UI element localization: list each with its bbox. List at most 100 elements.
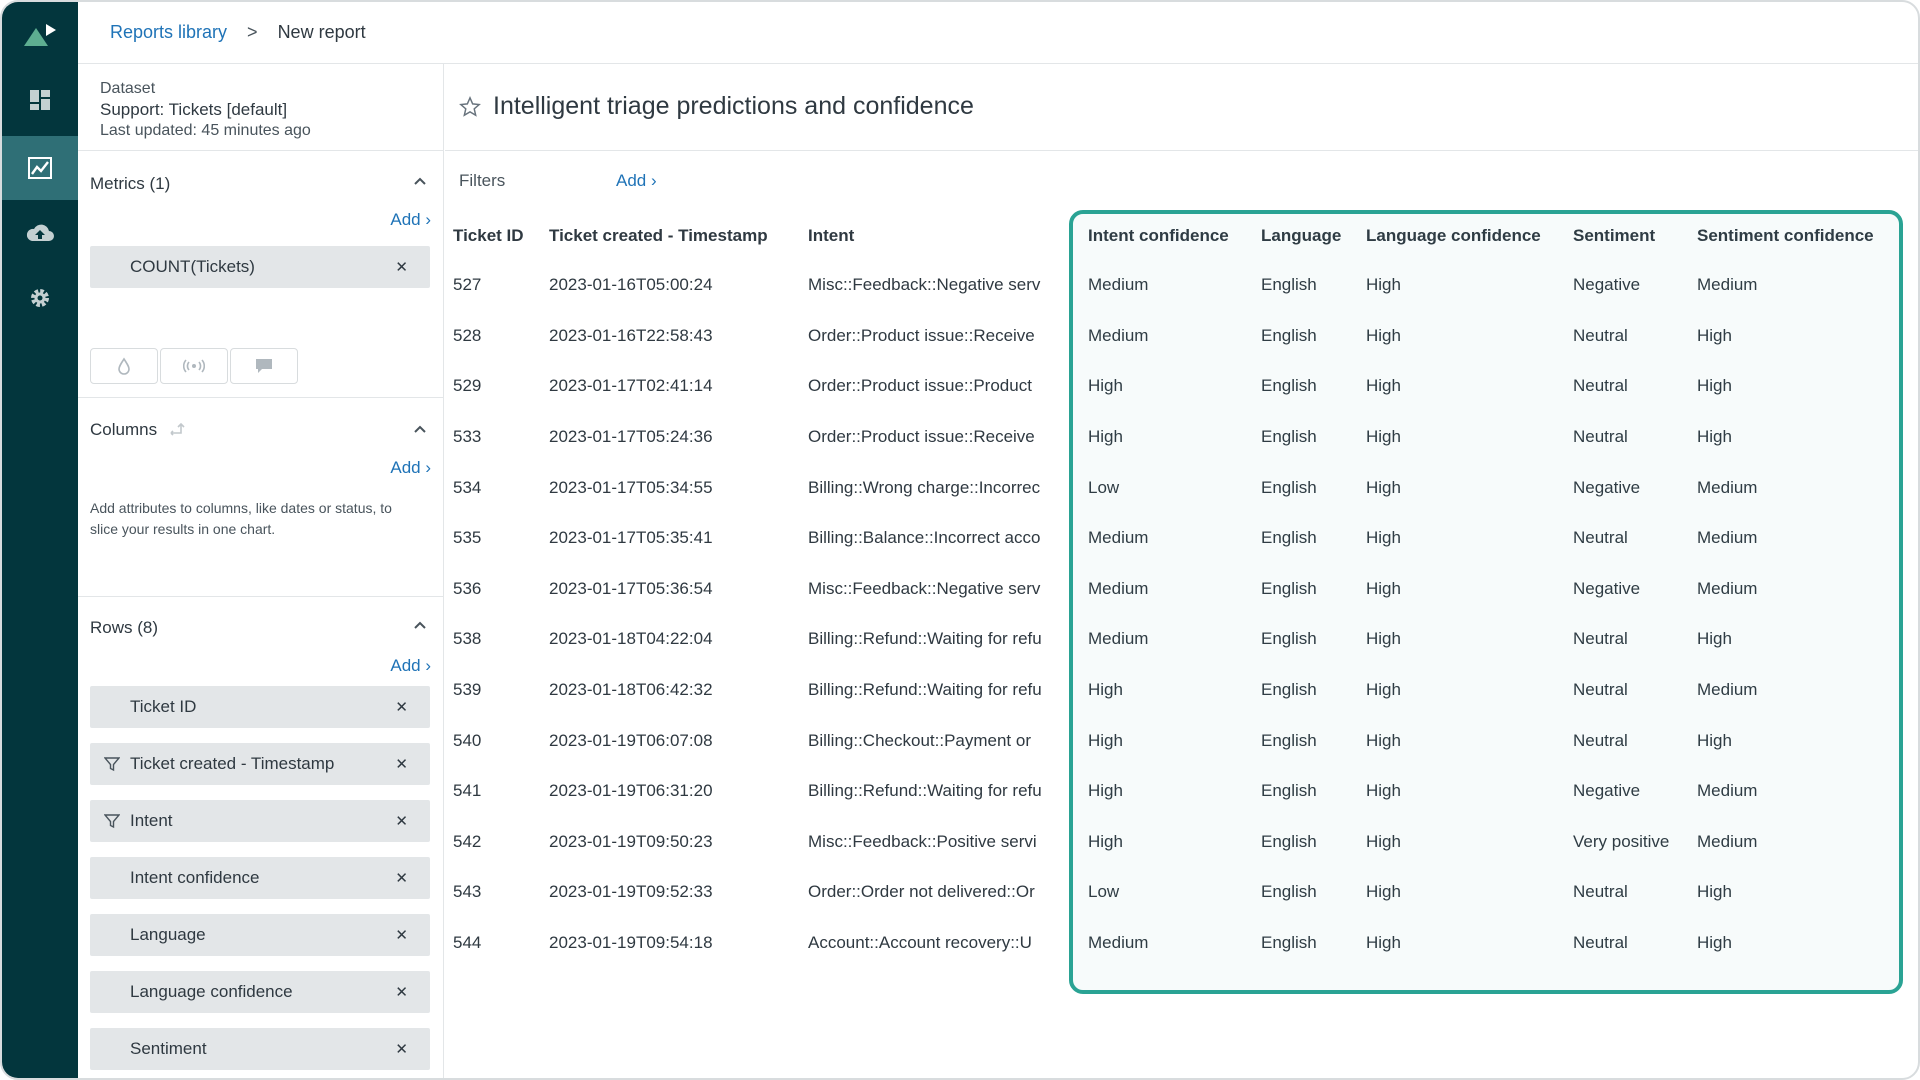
add-column-link[interactable]: Add ›: [390, 458, 431, 478]
add-metric-link[interactable]: Add ›: [390, 210, 431, 230]
collapse-rows-chevron-icon[interactable]: [413, 620, 427, 630]
table-row[interactable]: 536 2023-01-17T05:36:54 Misc::Feedback::Ne…: [445, 564, 1895, 615]
row-pill-language[interactable]: Language ✕: [90, 914, 430, 956]
metrics-title: Metrics (1): [90, 174, 171, 193]
remove-icon[interactable]: ✕: [395, 869, 408, 887]
comment-icon: [256, 359, 272, 373]
table-cell: Medium: [1697, 528, 1758, 548]
signal-icon: [183, 359, 205, 373]
table-row[interactable]: 528 2023-01-16T22:58:43 Order::Product iss…: [445, 311, 1895, 362]
remove-icon[interactable]: ✕: [395, 258, 408, 276]
metric-comment-button[interactable]: [230, 348, 298, 384]
table-cell: 2023-01-17T05:24:36: [549, 427, 713, 447]
collapse-columns-chevron-icon[interactable]: [413, 424, 427, 434]
table-row[interactable]: 535 2023-01-17T05:35:41 Billing::Balance::…: [445, 513, 1895, 564]
metric-color-button[interactable]: [90, 348, 158, 384]
table-cell: High: [1366, 376, 1401, 396]
report-title-row: Intelligent triage predictions and confi…: [459, 92, 974, 121]
swap-icon[interactable]: [168, 421, 186, 437]
table-cell: 2023-01-17T02:41:14: [549, 376, 713, 396]
row-pill-intent-confidence[interactable]: Intent confidence ✕: [90, 857, 430, 899]
table-cell: Neutral: [1573, 882, 1628, 902]
column-header[interactable]: Language confidence: [1358, 212, 1565, 260]
table-cell: 529: [453, 376, 482, 396]
table-row[interactable]: 540 2023-01-19T06:07:08 Billing::Checkout:…: [445, 715, 1895, 766]
column-header[interactable]: Intent: [800, 212, 1080, 260]
table-row[interactable]: 543 2023-01-19T09:52:33 Order::Order not d…: [445, 867, 1895, 918]
table-cell: High: [1366, 882, 1401, 902]
table-cell: Neutral: [1573, 680, 1628, 700]
metric-pill[interactable]: COUNT(Tickets) ✕: [90, 246, 430, 288]
add-row-link[interactable]: Add ›: [390, 656, 431, 676]
star-icon[interactable]: [459, 95, 481, 118]
table-row[interactable]: 538 2023-01-18T04:22:04 Billing::Refund::W…: [445, 614, 1895, 665]
table-row[interactable]: 539 2023-01-18T06:42:32 Billing::Refund::W…: [445, 665, 1895, 716]
metric-signal-button[interactable]: [160, 348, 228, 384]
table-cell: High: [1088, 831, 1123, 851]
row-pill-language-confidence[interactable]: Language confidence ✕: [90, 971, 430, 1013]
table-cell: High: [1697, 933, 1732, 953]
dataset-name[interactable]: Support: Tickets [default]: [100, 99, 311, 120]
column-header[interactable]: Ticket created - Timestamp: [541, 212, 800, 260]
column-header[interactable]: Sentiment: [1565, 212, 1689, 260]
breadcrumb: Reports library > New report: [78, 2, 1918, 64]
table-cell: 533: [453, 427, 482, 447]
remove-icon[interactable]: ✕: [395, 983, 408, 1001]
table-cell: Medium: [1088, 933, 1149, 953]
table-row[interactable]: 529 2023-01-17T02:41:14 Order::Product iss…: [445, 361, 1895, 412]
dataset-updated: Last updated: 45 minutes ago: [100, 122, 311, 139]
table-row[interactable]: 542 2023-01-19T09:50:23 Misc::Feedback::Po…: [445, 817, 1895, 868]
row-pill-sentiment[interactable]: Sentiment ✕: [90, 1028, 430, 1070]
table-cell: High: [1088, 730, 1123, 750]
nav-dashboards[interactable]: [2, 68, 78, 132]
row-pill-intent[interactable]: Intent ✕: [90, 800, 430, 842]
filter-funnel-icon: [104, 814, 120, 829]
column-header[interactable]: Language: [1253, 212, 1358, 260]
table-cell: 539: [453, 680, 482, 700]
table-row[interactable]: 534 2023-01-17T05:34:55 Billing::Wrong cha…: [445, 462, 1895, 513]
collapse-metrics-chevron-icon[interactable]: [413, 176, 427, 186]
table-cell: Medium: [1697, 680, 1758, 700]
table-cell: 2023-01-19T06:07:08: [549, 730, 713, 750]
table-cell: English: [1261, 933, 1317, 953]
table-cell: 528: [453, 325, 482, 345]
add-filter-link[interactable]: Add ›: [616, 171, 657, 191]
app-window: Reports library > New report Dataset Sup…: [0, 0, 1920, 1080]
row-pill-ticket-created[interactable]: Ticket created - Timestamp ✕: [90, 743, 430, 785]
report-title[interactable]: Intelligent triage predictions and confi…: [493, 92, 974, 121]
table-cell: Neutral: [1573, 933, 1628, 953]
remove-icon[interactable]: ✕: [395, 812, 408, 830]
table-row[interactable]: 527 2023-01-16T05:00:24 Misc::Feedback::Ne…: [445, 260, 1895, 311]
column-header[interactable]: Ticket ID: [445, 212, 541, 260]
table-row[interactable]: 533 2023-01-17T05:24:36 Order::Product iss…: [445, 412, 1895, 463]
row-pill-label: Ticket created - Timestamp: [130, 754, 335, 773]
table-cell: Order::Product issue::Receive: [808, 427, 1035, 447]
remove-icon[interactable]: ✕: [395, 698, 408, 716]
column-header[interactable]: Intent confidence: [1080, 212, 1253, 260]
remove-icon[interactable]: ✕: [395, 1040, 408, 1058]
nav-reports[interactable]: [2, 136, 78, 200]
table-cell: Billing::Balance::Incorrect acco: [808, 528, 1041, 548]
row-pill-label: Intent: [130, 811, 173, 830]
nav-datasources[interactable]: [2, 200, 78, 264]
table-cell: Misc::Feedback::Negative serv: [808, 275, 1041, 295]
nav-settings[interactable]: [2, 266, 78, 330]
table-cell: 2023-01-16T22:58:43: [549, 325, 713, 345]
table-row[interactable]: 544 2023-01-19T09:54:18 Account::Account r…: [445, 918, 1895, 969]
rows-title: Rows (8): [90, 618, 159, 637]
explore-logo-icon[interactable]: [20, 20, 60, 50]
table-cell: Neutral: [1573, 629, 1628, 649]
table-cell: Negative: [1573, 477, 1641, 497]
row-pill-label: Sentiment: [130, 1039, 207, 1058]
table-cell: High: [1366, 578, 1401, 598]
divider: [78, 596, 443, 597]
dataset-label: Dataset: [100, 80, 156, 97]
table-cell: 534: [453, 477, 482, 497]
row-pill-ticket-id[interactable]: Ticket ID ✕: [90, 686, 430, 728]
remove-icon[interactable]: ✕: [395, 926, 408, 944]
remove-icon[interactable]: ✕: [395, 755, 408, 773]
table-row[interactable]: 541 2023-01-19T06:31:20 Billing::Refund::W…: [445, 766, 1895, 817]
column-header[interactable]: Sentiment confidence: [1689, 212, 1895, 260]
table-cell: Order::Order not delivered::Or: [808, 882, 1035, 902]
breadcrumb-reports-library-link[interactable]: Reports library: [110, 22, 227, 43]
